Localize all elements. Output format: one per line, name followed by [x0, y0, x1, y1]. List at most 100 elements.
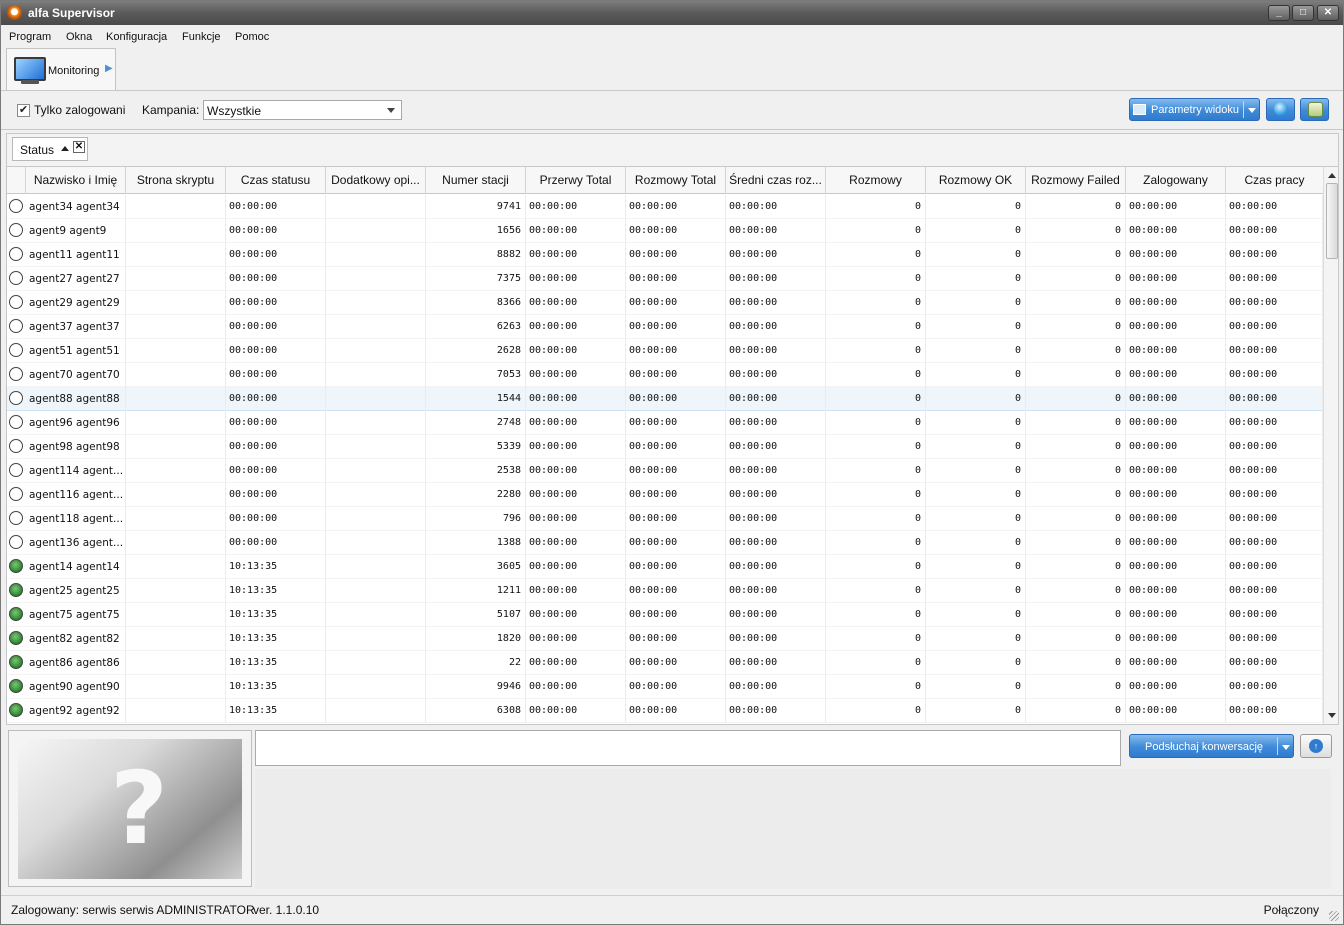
table-row[interactable]: agent11 agent11 00:00:00 8882 00:00:00 00:00… — [7, 243, 1323, 267]
cell-calls: 0 — [826, 579, 926, 603]
table-row[interactable]: agent75 agent75 10:13:35 5107 00:00:00 00:00… — [7, 603, 1323, 627]
menu-program[interactable]: Program — [9, 31, 51, 43]
cell-calls: 0 — [826, 507, 926, 531]
col-header-station[interactable]: Numer stacji — [426, 167, 526, 194]
title-bar[interactable]: alfa Supervisor _ □ ✕ — [1, 1, 1343, 25]
cell-status-time: 00:00:00 — [226, 243, 326, 267]
cell-breaks: 00:00:00 — [526, 555, 626, 579]
sort-ascending-icon[interactable] — [61, 146, 69, 151]
group-status-chip[interactable]: Status ✕ — [12, 137, 88, 161]
scroll-down-icon[interactable] — [1328, 713, 1336, 718]
tab-monitoring[interactable]: Monitoring ▶ — [6, 48, 116, 90]
status-offline-icon — [9, 367, 23, 381]
cell-script — [126, 531, 226, 555]
table-row[interactable]: agent25 agent25 10:13:35 1211 00:00:00 00:00… — [7, 579, 1323, 603]
group-status-label: Status — [20, 143, 55, 157]
cell-breaks: 00:00:00 — [526, 411, 626, 435]
col-header-extra[interactable]: Dodatkowy opi... — [326, 167, 426, 194]
col-header-work[interactable]: Czas pracy — [1226, 167, 1323, 194]
cell-status-time: 00:00:00 — [226, 363, 326, 387]
grid-body: agent34 agent34 00:00:00 9741 00:00:00 00:00… — [7, 195, 1323, 723]
col-header-status[interactable] — [7, 167, 26, 194]
cell-script — [126, 315, 226, 339]
scroll-up-icon[interactable] — [1328, 173, 1336, 178]
message-input[interactable] — [255, 730, 1121, 766]
col-header-breaks[interactable]: Przerwy Total — [526, 167, 626, 194]
table-row[interactable]: agent34 agent34 00:00:00 9741 00:00:00 00:00… — [7, 195, 1323, 219]
cell-breaks: 00:00:00 — [526, 483, 626, 507]
col-header-name[interactable]: Nazwisko i Imię — [26, 167, 126, 194]
table-row[interactable]: agent118 agent... 00:00:00 796 00:00:00 00:0… — [7, 507, 1323, 531]
col-header-calls-ok[interactable]: Rozmowy OK — [926, 167, 1026, 194]
table-row[interactable]: agent70 agent70 00:00:00 7053 00:00:00 00:00… — [7, 363, 1323, 387]
cell-script — [126, 651, 226, 675]
cell-calls-total: 00:00:00 — [626, 315, 726, 339]
resize-grip-icon[interactable] — [1329, 911, 1339, 921]
menu-okna[interactable]: Okna — [66, 31, 92, 43]
col-header-calls-failed[interactable]: Rozmowy Failed — [1026, 167, 1126, 194]
col-header-logged[interactable]: Zalogowany — [1126, 167, 1226, 194]
chevron-down-icon[interactable] — [1282, 745, 1290, 750]
cell-failed: 0 — [1026, 603, 1126, 627]
col-header-calls[interactable]: Rozmowy — [826, 167, 926, 194]
cell-name: agent14 agent14 — [26, 555, 126, 579]
only-logged-checkbox[interactable]: ✔ — [17, 104, 30, 117]
table-row[interactable]: agent96 agent96 00:00:00 2748 00:00:00 00:00… — [7, 411, 1323, 435]
table-row[interactable]: agent82 agent82 10:13:35 1820 00:00:00 00:00… — [7, 627, 1323, 651]
cell-calls: 0 — [826, 627, 926, 651]
col-header-status-time[interactable]: Czas statusu — [226, 167, 326, 194]
cell-status-time: 00:00:00 — [226, 291, 326, 315]
table-row[interactable]: agent98 agent98 00:00:00 5339 00:00:00 00:00… — [7, 435, 1323, 459]
table-row[interactable]: agent27 agent27 00:00:00 7375 00:00:00 00:00… — [7, 267, 1323, 291]
cell-station: 5107 — [426, 603, 526, 627]
view-params-button[interactable]: Parametry widoku — [1129, 98, 1260, 121]
cell-status-time: 10:13:35 — [226, 651, 326, 675]
col-header-script[interactable]: Strona skryptu — [126, 167, 226, 194]
cell-station: 3605 — [426, 555, 526, 579]
menu-pomoc[interactable]: Pomoc — [235, 31, 269, 43]
col-header-calls-total[interactable]: Rozmowy Total — [626, 167, 726, 194]
col-header-avg[interactable]: Średni czas roz... — [726, 167, 826, 194]
campaign-dropdown[interactable]: Wszystkie — [203, 100, 402, 120]
cell-script — [126, 267, 226, 291]
table-row[interactable]: agent9 agent9 00:00:00 1656 00:00:00 00:00:0… — [7, 219, 1323, 243]
listen-conversation-button[interactable]: Podsłuchaj konwersację — [1129, 734, 1294, 758]
scroll-thumb[interactable] — [1326, 183, 1338, 259]
menu-konfiguracja[interactable]: Konfiguracja — [106, 31, 167, 43]
table-row[interactable]: agent90 agent90 10:13:35 9946 00:00:00 00:00… — [7, 675, 1323, 699]
cell-logged: 00:00:00 — [1126, 507, 1226, 531]
cell-work: 00:00:00 — [1226, 675, 1323, 699]
cell-script — [126, 555, 226, 579]
cell-calls-total: 00:00:00 — [626, 651, 726, 675]
cell-station: 796 — [426, 507, 526, 531]
table-row[interactable]: agent88 agent88 00:00:00 1544 00:00:00 00:00… — [7, 387, 1323, 411]
close-icon[interactable]: ✕ — [73, 141, 85, 153]
scroll-top-button[interactable]: ↑ — [1300, 734, 1332, 758]
cell-status-time: 10:13:35 — [226, 603, 326, 627]
group-by-bar: Status ✕ — [6, 133, 1339, 167]
refresh-button[interactable] — [1300, 98, 1329, 121]
status-offline-icon — [9, 247, 23, 261]
table-row[interactable]: agent37 agent37 00:00:00 6263 00:00:00 00:00… — [7, 315, 1323, 339]
chevron-down-icon[interactable] — [1248, 108, 1256, 113]
table-row[interactable]: agent86 agent86 10:13:35 22 00:00:00 00:00:0… — [7, 651, 1323, 675]
view-params-icon — [1133, 104, 1146, 115]
cell-avg: 00:00:00 — [726, 243, 826, 267]
close-button[interactable]: ✕ — [1317, 5, 1339, 21]
maximize-button[interactable]: □ — [1292, 5, 1314, 21]
vertical-scrollbar[interactable] — [1323, 167, 1338, 724]
cell-script — [126, 675, 226, 699]
table-row[interactable]: agent92 agent92 10:13:35 6308 00:00:00 00:00… — [7, 699, 1323, 723]
minimize-button[interactable]: _ — [1268, 5, 1290, 21]
cell-calls: 0 — [826, 531, 926, 555]
cell-name: agent118 agent... — [26, 507, 126, 531]
table-row[interactable]: agent14 agent14 10:13:35 3605 00:00:00 00:00… — [7, 555, 1323, 579]
globe-button[interactable] — [1266, 98, 1295, 121]
table-row[interactable]: agent51 agent51 00:00:00 2628 00:00:00 00:00… — [7, 339, 1323, 363]
table-row[interactable]: agent29 agent29 00:00:00 8366 00:00:00 00:00… — [7, 291, 1323, 315]
status-offline-icon — [9, 439, 23, 453]
table-row[interactable]: agent116 agent... 00:00:00 2280 00:00:00 00:… — [7, 483, 1323, 507]
menu-funkcje[interactable]: Funkcje — [182, 31, 221, 43]
table-row[interactable]: agent114 agent... 00:00:00 2538 00:00:00 00:… — [7, 459, 1323, 483]
table-row[interactable]: agent136 agent... 00:00:00 1388 00:00:00 00:… — [7, 531, 1323, 555]
